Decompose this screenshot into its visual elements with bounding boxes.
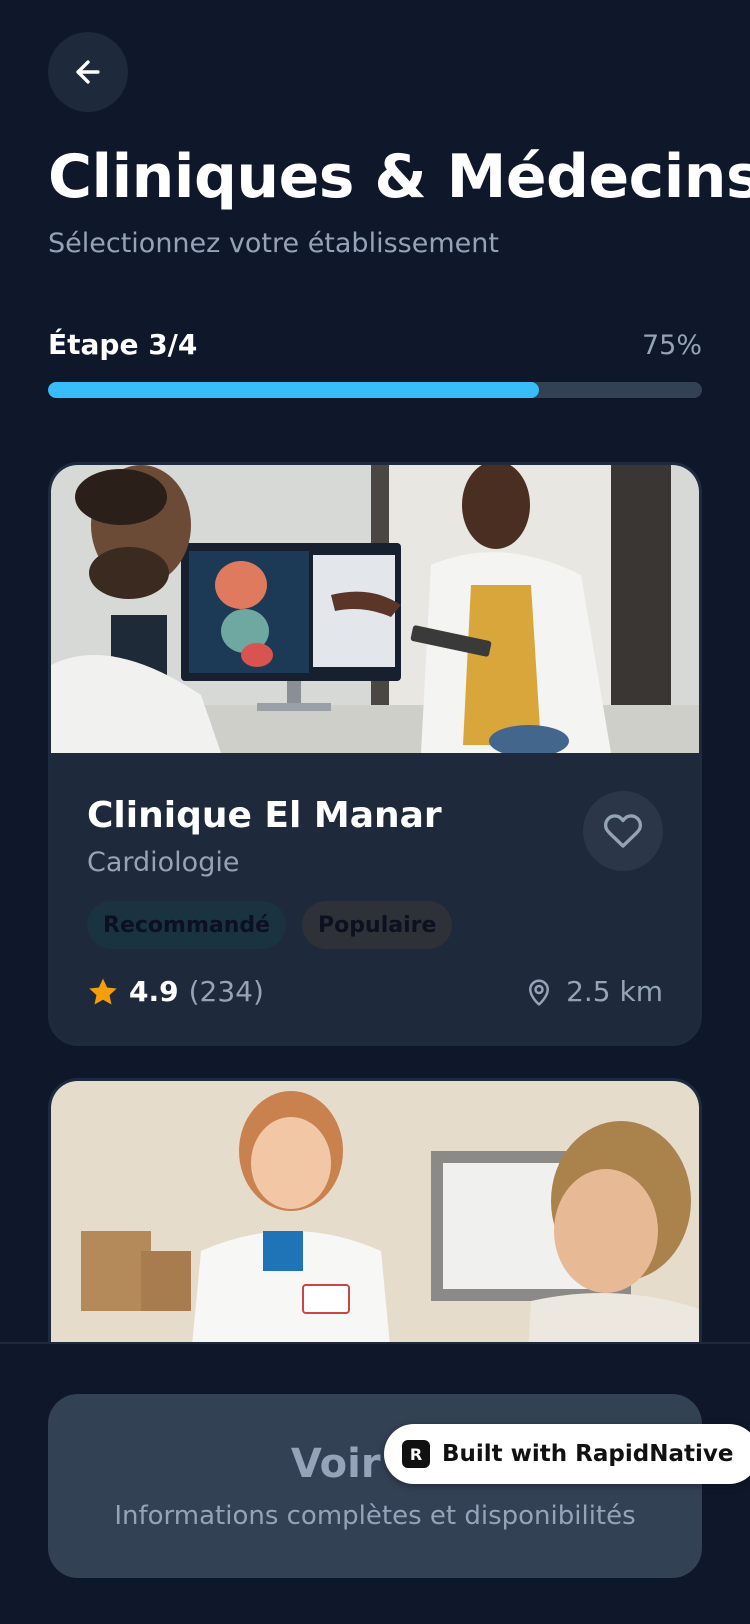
built-with-badge[interactable]: R Built with RapidNative	[384, 1424, 750, 1484]
favorite-button[interactable]	[583, 791, 663, 871]
step-label: Étape 3/4	[48, 328, 198, 361]
page-subtitle: Sélectionnez votre établissement	[48, 228, 499, 259]
rapidnative-logo-icon: R	[402, 1440, 430, 1468]
clinic-name: Clinique El Manar	[87, 795, 442, 836]
view-details-button[interactable]: Voir les Informations complètes et dispo…	[48, 1394, 702, 1578]
clinic-photo	[51, 465, 699, 753]
page-title: Cliniques & Médecins	[48, 142, 750, 212]
progress-fill	[48, 382, 539, 398]
step-percent: 75%	[641, 330, 702, 361]
cta-subtitle: Informations complètes et disponibilités	[114, 1501, 636, 1531]
badge-label: Built with RapidNative	[442, 1441, 734, 1467]
heart-icon	[603, 814, 643, 848]
review-count: (234)	[188, 975, 264, 1008]
tag-recommended: Recommandé	[87, 901, 287, 949]
clinic-card[interactable]: Clinique El Manar Cardiologie Recommandé…	[48, 462, 702, 1046]
back-button[interactable]	[48, 32, 128, 112]
distance-value: 2.5 km	[566, 975, 663, 1008]
rating: 4.9 (234)	[87, 975, 264, 1008]
tag-list: Recommandé Populaire	[87, 901, 453, 949]
progress-bar	[48, 382, 702, 398]
tag-popular: Populaire	[302, 901, 453, 949]
distance: 2.5 km	[524, 975, 663, 1008]
clinic-specialty: Cardiologie	[87, 847, 240, 878]
location-pin-icon	[529, 979, 550, 1006]
rating-value: 4.9	[129, 975, 179, 1008]
star-icon	[89, 978, 117, 1005]
arrow-left-icon	[76, 60, 100, 84]
